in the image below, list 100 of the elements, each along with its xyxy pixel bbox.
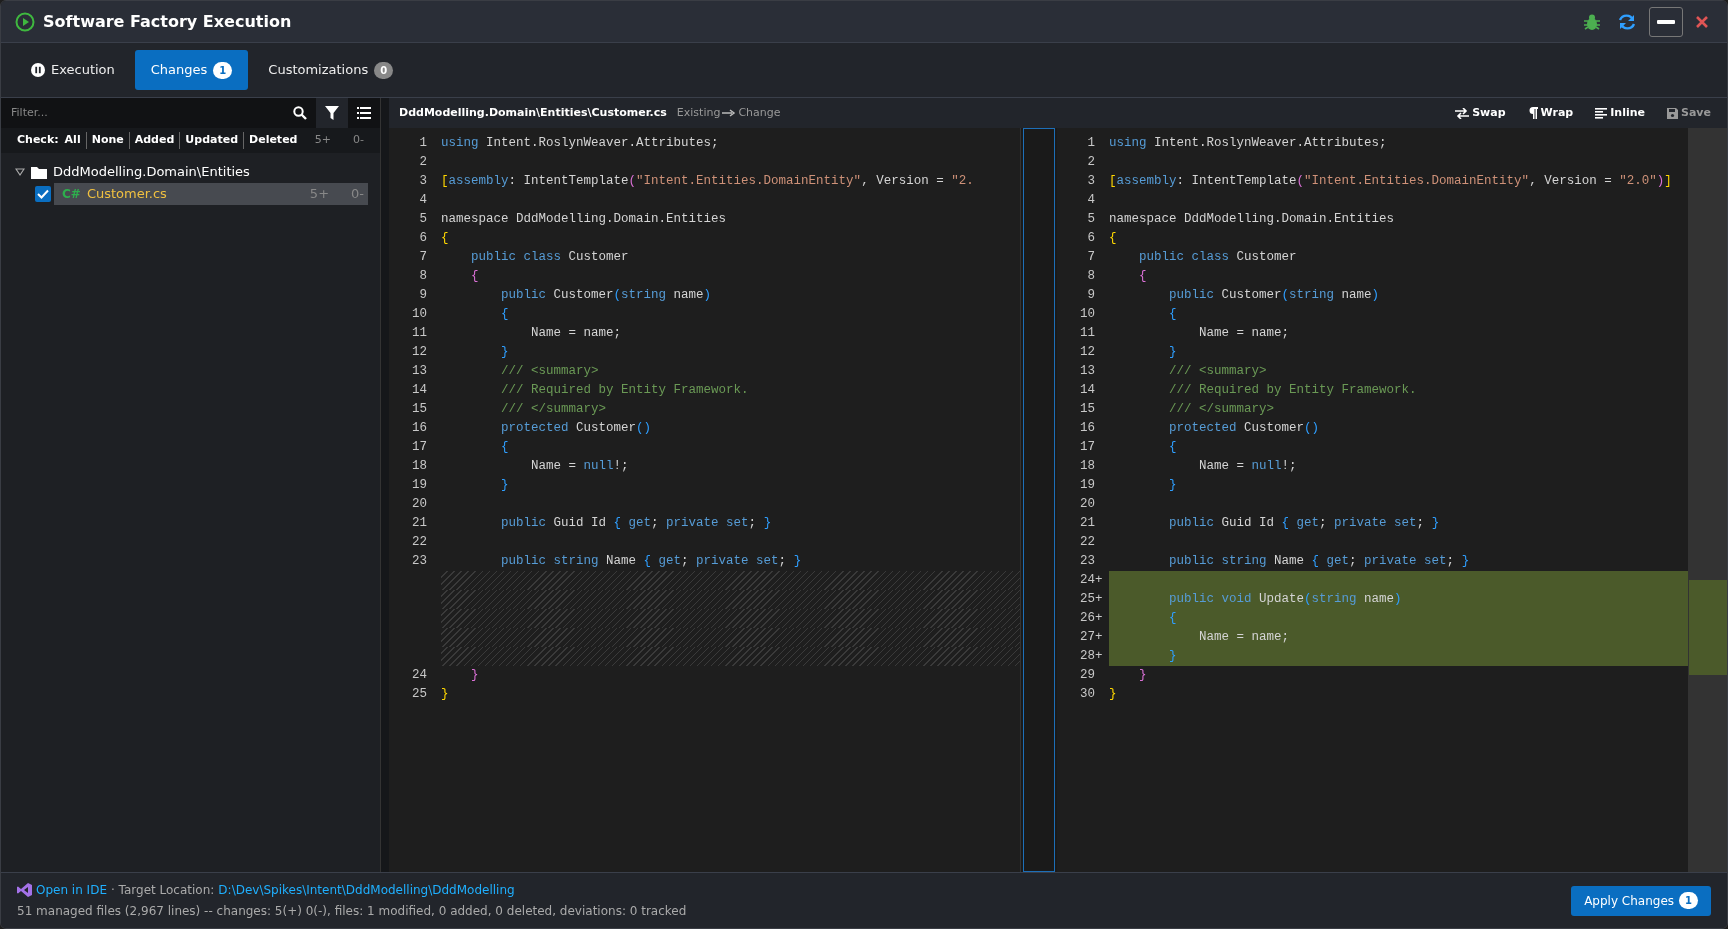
line-number: 4 bbox=[1087, 192, 1095, 209]
check-link[interactable]: None bbox=[85, 132, 129, 149]
code-line: protected Customer() bbox=[500, 421, 652, 435]
line-number: 22 bbox=[412, 534, 427, 551]
line-number: 6 bbox=[419, 230, 427, 247]
code-line: public string Name { get; private set; } bbox=[1168, 554, 1470, 568]
code-line: /// </summary> bbox=[1168, 402, 1275, 416]
line-number: 29 bbox=[1080, 667, 1095, 684]
line-number: 16 bbox=[1080, 420, 1095, 437]
tab[interactable]: Customizations 0 bbox=[252, 50, 410, 90]
code-line: } bbox=[1168, 649, 1177, 663]
code-line: { bbox=[1109, 231, 1117, 245]
tree-item[interactable]: C# Customer.cs 5+ 0- bbox=[54, 183, 368, 205]
target-label: Change bbox=[738, 104, 781, 121]
line-number: 19 bbox=[412, 477, 427, 494]
target-path-link[interactable]: D:\Dev\Spikes\Intent\DddModelling\DddModelling bbox=[218, 881, 515, 899]
check-label: Check: bbox=[17, 132, 59, 149]
line-number: 25 bbox=[1080, 591, 1095, 608]
line-number: 20 bbox=[412, 496, 427, 513]
line-number: 10 bbox=[1080, 306, 1095, 323]
code-line: } bbox=[500, 478, 509, 492]
play-icon bbox=[15, 11, 35, 32]
open-in-ide-link[interactable]: Open in IDE bbox=[17, 881, 107, 899]
filter-button[interactable] bbox=[316, 98, 348, 128]
toolbar-button[interactable]: Wrap bbox=[1521, 104, 1580, 122]
code-line: public Guid Id { get; private set; } bbox=[500, 516, 772, 530]
code-line: } bbox=[500, 345, 509, 359]
tab[interactable]: Changes 1 bbox=[134, 50, 249, 90]
toolbar-button[interactable]: Swap bbox=[1449, 104, 1512, 122]
code-line: Name = name; bbox=[1198, 326, 1290, 340]
line-number: 9 bbox=[419, 287, 427, 304]
code-line: } bbox=[470, 668, 479, 682]
line-number: 28 bbox=[1080, 648, 1095, 665]
pause-icon bbox=[31, 63, 45, 77]
code-line: Name = name; bbox=[530, 326, 622, 340]
line-number: 7 bbox=[1087, 249, 1095, 266]
code-line: public void Update(string name) bbox=[1168, 592, 1402, 606]
line-number: 4 bbox=[419, 192, 427, 209]
folder-name[interactable]: DddModelling.Domain\Entities bbox=[53, 162, 250, 182]
code-line: { bbox=[1168, 611, 1177, 625]
line-number: 18 bbox=[1080, 458, 1095, 475]
line-number: 10 bbox=[412, 306, 427, 323]
minimize-button[interactable] bbox=[1649, 6, 1683, 37]
line-number: 13 bbox=[1080, 363, 1095, 380]
checkbox[interactable] bbox=[35, 186, 51, 202]
line-number: 24 bbox=[1080, 572, 1095, 589]
check-icon bbox=[37, 189, 49, 199]
check-link[interactable]: Added bbox=[128, 132, 180, 149]
check-link[interactable]: All bbox=[64, 132, 86, 149]
count-badge: 1 bbox=[213, 61, 233, 79]
line-number: 13 bbox=[412, 363, 427, 380]
line-number: 20 bbox=[1080, 496, 1095, 513]
folder-icon bbox=[31, 165, 47, 179]
language-label: C# bbox=[62, 186, 81, 203]
count-badge: 0 bbox=[374, 61, 394, 79]
check-link[interactable]: Deleted bbox=[243, 132, 303, 149]
line-number: 14 bbox=[1080, 382, 1095, 399]
line-number: 9 bbox=[1087, 287, 1095, 304]
change-marker: + bbox=[1095, 610, 1103, 627]
code-line: /// <summary> bbox=[1168, 364, 1267, 378]
arrow-icon bbox=[722, 109, 737, 117]
code-line: /// Required by Entity Framework. bbox=[500, 383, 749, 397]
window-title: Software Factory Execution bbox=[43, 11, 292, 32]
line-number: 26 bbox=[1080, 610, 1095, 627]
close-icon bbox=[1695, 14, 1709, 29]
status-summary: 51 managed files (2,967 lines) -- changes: 5(+) 0(-), files: 1 modified, 0 added, 0 deleted, deviations: 0 tracked bbox=[17, 903, 688, 920]
change-marker: + bbox=[1095, 629, 1103, 646]
check-link[interactable]: Updated bbox=[179, 132, 244, 149]
line-number: 6 bbox=[1087, 230, 1095, 247]
code-line: } bbox=[1109, 687, 1117, 701]
minimize-icon bbox=[1657, 19, 1675, 24]
line-number: 1 bbox=[1087, 135, 1095, 152]
search-icon bbox=[293, 106, 307, 120]
code-line: { bbox=[470, 269, 479, 283]
pilcrow-icon bbox=[1527, 107, 1538, 119]
line-number: 21 bbox=[412, 515, 427, 532]
line-number: 19 bbox=[1080, 477, 1095, 494]
line-number: 11 bbox=[412, 325, 427, 342]
code-line: protected Customer() bbox=[1168, 421, 1320, 435]
tab[interactable]: Execution bbox=[15, 50, 131, 90]
code-line: } bbox=[1168, 345, 1177, 359]
code-line: using Intent.RoslynWeaver.Attributes; bbox=[441, 136, 719, 150]
line-number: 2 bbox=[419, 154, 427, 171]
toolbar-button[interactable]: Inline bbox=[1589, 104, 1651, 122]
line-number: 3 bbox=[1087, 173, 1095, 190]
apply-changes-button[interactable]: Apply Changes 1 bbox=[1571, 885, 1711, 916]
line-number: 5 bbox=[1087, 211, 1095, 228]
line-number: 7 bbox=[419, 249, 427, 266]
line-number: 5 bbox=[419, 211, 427, 228]
caret-icon[interactable] bbox=[15, 167, 25, 177]
line-number: 3 bbox=[419, 173, 427, 190]
code-line: [assembly: IntentTemplate("Intent.Entities.DomainEntity", Version = "2. bbox=[441, 174, 974, 188]
added-count: 5+ bbox=[309, 185, 330, 204]
code-line: [assembly: IntentTemplate("Intent.Entities.DomainEntity", Version = "2.0")] bbox=[1109, 174, 1672, 188]
code-line: namespace DddModelling.Domain.Entities bbox=[1109, 212, 1395, 226]
removed-count: 0- bbox=[351, 185, 364, 204]
code-line: } bbox=[1168, 478, 1177, 492]
line-number: 23 bbox=[1080, 553, 1095, 570]
change-marker: + bbox=[1095, 572, 1103, 589]
code-line: public Guid Id { get; private set; } bbox=[1168, 516, 1440, 530]
